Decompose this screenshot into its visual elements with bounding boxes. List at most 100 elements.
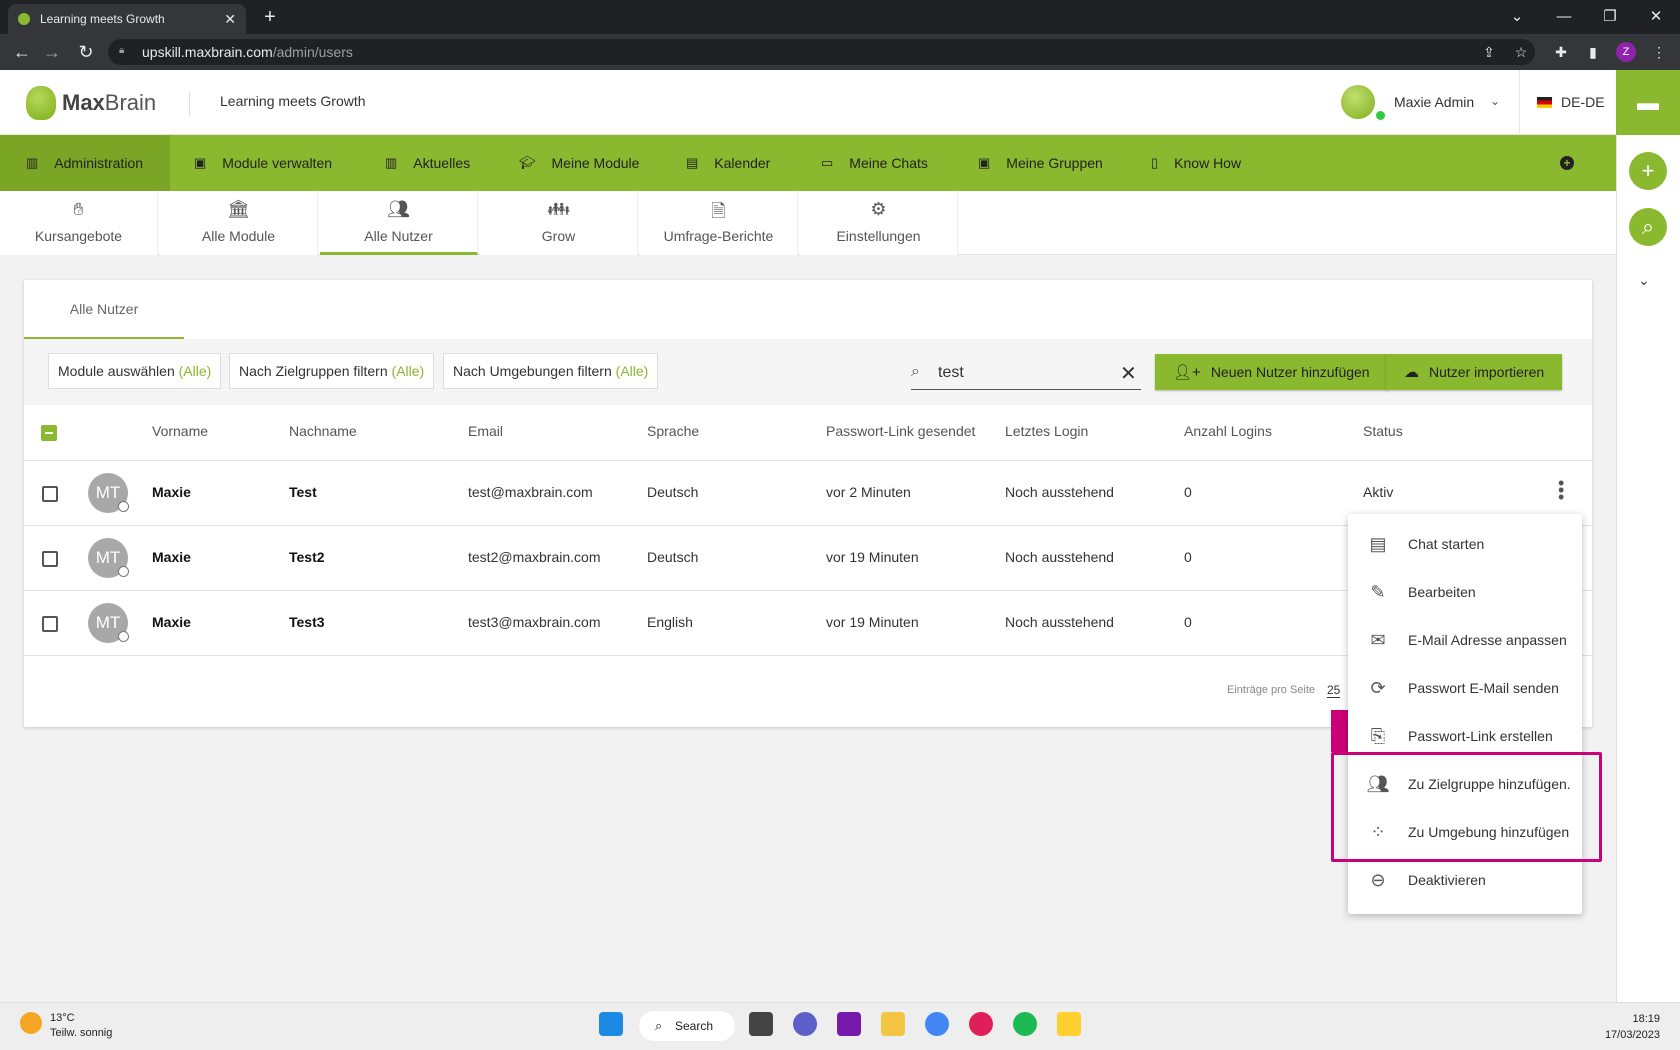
row-actions-icon[interactable]: • • • [1558,474,1564,506]
tab-alle-nutzer[interactable]: 👥︎ Alle Nutzer [320,191,478,255]
search-value[interactable]: test [938,364,964,382]
cell-last-login: Noch ausstehend [1005,549,1114,565]
card-tab-alle-nutzer[interactable]: Alle Nutzer [24,280,184,339]
chevron-down-icon[interactable]: ⌄ [1490,94,1500,108]
weather-widget[interactable]: 13°C Teilw. sonnig [50,1011,112,1041]
tab-grow[interactable]: 👪︎ Grow [480,191,638,255]
tab-umfrage-berichte[interactable]: 🗎︎ Umfrage-Berichte [640,191,798,255]
clear-search-icon[interactable]: ✕ [1120,361,1137,386]
column-header[interactable]: Email [468,423,503,439]
user-avatar[interactable] [1341,85,1375,119]
forward-icon[interactable]: → [40,40,64,64]
teams-icon[interactable] [793,1012,817,1036]
column-header[interactable]: Vorname [152,423,208,439]
close-window-button[interactable]: ✕ [1636,4,1676,30]
per-page-select[interactable]: 25 [1327,683,1341,698]
tab-einstellungen[interactable]: ⚙︎ Einstellungen [800,191,958,255]
column-header[interactable]: Status [1363,423,1403,439]
group-icon: ▣ [978,155,991,170]
gears-icon: ⚙︎ [870,199,887,219]
search-rail-button[interactable]: ⌕ [1629,208,1667,246]
row-checkbox[interactable] [42,551,58,567]
user-name[interactable]: Maxie Admin [1394,94,1474,110]
chrome-icon[interactable] [925,1012,949,1036]
row-checkbox[interactable] [42,616,58,632]
column-header[interactable]: Letztes Login [1005,423,1088,439]
cell-language: Deutsch [647,484,699,500]
tab-kursangebote[interactable]: ✋︎ Kursangebote [0,191,158,255]
nav-item-aktuelles[interactable]: ▥ Aktuelles [385,135,470,191]
browser-tab[interactable]: Learning meets Growth ✕ [8,4,246,34]
nav-item-meine-gruppen[interactable]: ▣ Meine Gruppen [978,135,1103,191]
url-field[interactable]: upskill.maxbrain.com/admin/users [108,39,1535,65]
share-icon[interactable]: ⇪ [1479,42,1499,62]
add-user-button[interactable]: 👤︎+ Neuen Nutzer hinzufügen [1155,354,1388,390]
import-users-button[interactable]: ☁︎ Nutzer importieren [1386,354,1563,390]
menu-item-email-anpassen[interactable]: ✉ E-Mail Adresse anpassen [1348,616,1582,664]
filter-environments-button[interactable]: Nach Umgebungen filtern (Alle) [443,353,659,389]
mail-icon: ✉ [1370,629,1386,650]
side-panel-icon[interactable]: ▮ [1583,42,1603,62]
browser-menu-icon[interactable]: ⋮ [1649,42,1669,62]
column-header[interactable]: Passwort-Link gesendet [826,423,975,439]
file-explorer-icon[interactable] [881,1012,905,1036]
slack-icon[interactable] [969,1012,993,1036]
weather-sun-icon[interactable] [20,1012,42,1034]
brain-logo-icon [26,86,56,120]
minimize-button[interactable]: — [1544,4,1584,30]
menu-item-bearbeiten[interactable]: ✎ Bearbeiten [1348,568,1582,616]
windows-start-icon[interactable] [599,1012,623,1036]
menu-item-passwort-email[interactable]: ⟳ Passwort E-Mail senden [1348,664,1582,712]
nav-item-meine-module[interactable]: 🎓︎ Meine Module [519,135,639,191]
message-icon: ▤ [1369,533,1387,554]
column-header[interactable]: Anzahl Logins [1184,423,1272,439]
extensions-icon[interactable]: ✚ [1551,42,1571,62]
new-tab-button[interactable]: + [256,6,284,28]
lock-icon[interactable]: 🔒︎ [119,45,129,57]
nav-add-icon[interactable]: + [1560,156,1574,170]
nav-item-meine-chats[interactable]: ▭ Meine Chats [821,135,928,191]
spotify-icon[interactable] [1013,1012,1037,1036]
people-icon: 👪︎ [547,199,570,219]
nav-item-administration[interactable]: ▥ Administration [0,135,170,191]
menu-item-deaktivieren[interactable]: ⊖ Deaktivieren [1348,856,1582,904]
taskbar-search[interactable]: ⌕ Search [639,1011,735,1041]
menu-label: Bearbeiten [1408,584,1476,600]
cell-login-count: 0 [1184,484,1192,500]
select-all-checkbox[interactable] [41,425,57,441]
presence-dot [118,631,129,642]
column-header[interactable]: Sprache [647,423,699,439]
task-view-icon[interactable] [749,1012,773,1036]
nav-item-module-verwalten[interactable]: ▣ Module verwalten [194,135,332,191]
nav-label: Meine Chats [849,155,928,171]
cell-last-login: Noch ausstehend [1005,484,1114,500]
miro-icon[interactable] [1057,1012,1081,1036]
language-selector[interactable]: DE-DE [1561,94,1605,110]
restore-button[interactable]: ❐ [1590,4,1630,30]
tab-alle-module[interactable]: 🏛︎ Alle Module [160,191,318,255]
refresh-icon: ⟳ [1370,677,1386,698]
column-header[interactable]: Nachname [289,423,357,439]
menu-item-chat-starten[interactable]: ▤ Chat starten [1348,520,1582,568]
add-user-label: Neuen Nutzer hinzufügen [1210,364,1370,380]
reload-icon[interactable]: ↻ [74,40,98,64]
german-flag-icon[interactable] [1537,97,1552,108]
system-clock[interactable]: 18:19 17/03/2023 [1600,1011,1660,1043]
close-tab-icon[interactable]: ✕ [224,11,236,28]
bookmark-star-icon[interactable]: ☆ [1511,42,1531,62]
expand-chevron-icon[interactable]: ⌄ [1638,272,1650,289]
onenote-icon[interactable] [837,1012,861,1036]
taskbar-search-label: Search [675,1019,714,1033]
filter-target-groups-button[interactable]: Nach Zielgruppen filtern (Alle) [229,353,435,389]
back-icon[interactable]: ← [10,40,34,64]
profile-avatar[interactable]: Z [1616,42,1636,62]
nav-item-kalender[interactable]: ▤ Kalender [686,135,770,191]
cell-language: English [647,614,693,630]
chat-panel-button[interactable]: ▬ [1616,70,1680,135]
nav-item-know-how[interactable]: ▯ Know How [1151,135,1241,191]
add-button[interactable]: + [1629,152,1667,190]
tab-search-icon[interactable]: ⌄ [1497,4,1537,30]
maxbrain-logo[interactable]: Max Brain [26,86,156,120]
row-checkbox[interactable] [42,486,58,502]
filter-modules-button[interactable]: Module auswählen (Alle) [48,353,222,389]
